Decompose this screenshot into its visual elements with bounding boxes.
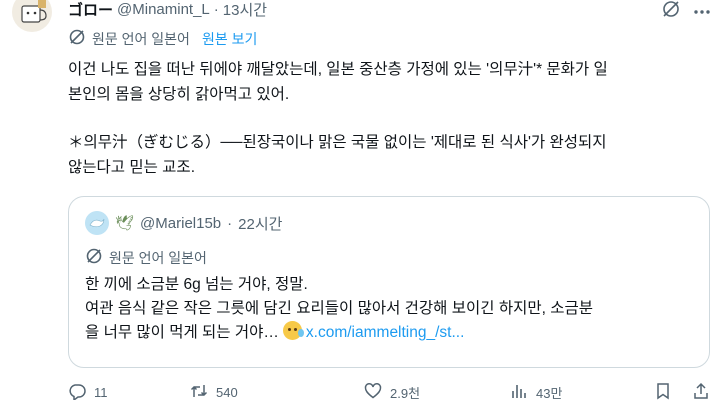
retweet-icon	[190, 382, 208, 403]
tweet-text-line: 본인의 몸을 상당히 갉아먹고 있어.	[68, 85, 290, 103]
separator-dot: ·	[227, 214, 233, 232]
tweet-action-bar: 11 540 2.9천 43만	[68, 380, 714, 404]
bookmark-button[interactable]	[654, 382, 672, 403]
author-handle[interactable]: @Minamint_L	[117, 1, 210, 18]
quoted-tweet-card[interactable]: 🕊 @Mariel15b · 22시간 원문 언어 일본어 한 끼에 소금분 6…	[68, 196, 710, 368]
show-original-link[interactable]: 원본 보기	[202, 29, 257, 49]
tweet-text: 이건 나도 집을 떠난 뒤에야 깨달았는데, 일본 중산층 가정에 있는 '의무…	[68, 58, 708, 180]
share-icon	[692, 382, 710, 403]
quoted-text-line-prefix: 을 너무 많이 먹게 되는 거야…	[85, 324, 279, 341]
tweet-text-line: 이건 나도 집을 떠난 뒤에야 깨달았는데, 일본 중산층 가정에 있는 '의무…	[68, 61, 608, 78]
quoted-text-line: 한 끼에 소금분 6g 넘는 거야, 정말.	[85, 276, 308, 293]
like-count: 2.9천	[390, 385, 421, 401]
reply-icon	[68, 382, 86, 403]
quoted-author-avatar[interactable]	[85, 211, 109, 235]
quoted-text-line: 을 너무 많이 먹게 되는 거야… x.com/iammelting_/st...	[85, 321, 705, 345]
retweet-button[interactable]: 540	[190, 382, 238, 403]
author-avatar[interactable]	[12, 0, 52, 32]
views-button[interactable]: 43만	[510, 382, 562, 403]
translate-icon	[85, 247, 103, 268]
separator-dot: ·	[213, 0, 219, 18]
analytics-icon	[510, 382, 528, 403]
quoted-text-line: 여관 음식 같은 작은 그릇에 담긴 요리들이 많아서 건강해 보이긴 하지만,…	[85, 300, 593, 317]
translated-from-label: 원문 언어 일본어	[109, 249, 207, 266]
tweet-header: ゴロー @Minamint_L · 13시간	[68, 0, 267, 20]
heart-icon	[364, 382, 382, 403]
quoted-tweet-text: 한 끼에 소금분 6g 넘는 거야, 정말. 여관 음식 같은 작은 그릇에 담…	[85, 273, 705, 345]
tweet-timestamp[interactable]: 13시간	[223, 0, 267, 20]
retweet-count: 540	[216, 384, 238, 400]
author-display-name[interactable]: ゴロー	[68, 0, 113, 20]
reply-button[interactable]: 11	[68, 382, 108, 403]
quoted-translation-notice: 원문 언어 일본어	[85, 247, 207, 268]
translated-from-label: 원문 언어 일본어	[92, 30, 190, 47]
tweet-text-line: 않는다고 믿는 교조.	[68, 158, 195, 176]
bookmark-icon	[654, 382, 672, 403]
grok-icon[interactable]	[660, 0, 682, 20]
view-count: 43만	[536, 385, 563, 401]
dove-emoji-icon: 🕊	[115, 215, 135, 232]
more-options-icon[interactable]	[692, 4, 712, 14]
quoted-tweet-timestamp[interactable]: 22시간	[238, 213, 282, 234]
quoted-author-handle[interactable]: @Mariel15b	[140, 215, 221, 232]
translation-notice: 원문 언어 일본어 원본 보기	[68, 28, 257, 49]
share-button[interactable]	[692, 382, 710, 403]
like-button[interactable]: 2.9천	[364, 382, 420, 403]
quoted-tweet-header: 🕊 @Mariel15b · 22시간	[85, 211, 282, 235]
face-holding-back-tears-emoji-icon	[282, 321, 304, 340]
quoted-tweet-link[interactable]: x.com/iammelting_/st...	[306, 324, 465, 341]
tweet-text-line: ＊의무汁（ぎむじる）──된장국이나 맑은 국물 없이는 '제대로 된 식사'가 …	[68, 134, 607, 151]
translate-icon	[68, 28, 86, 49]
reply-count: 11	[94, 384, 108, 400]
